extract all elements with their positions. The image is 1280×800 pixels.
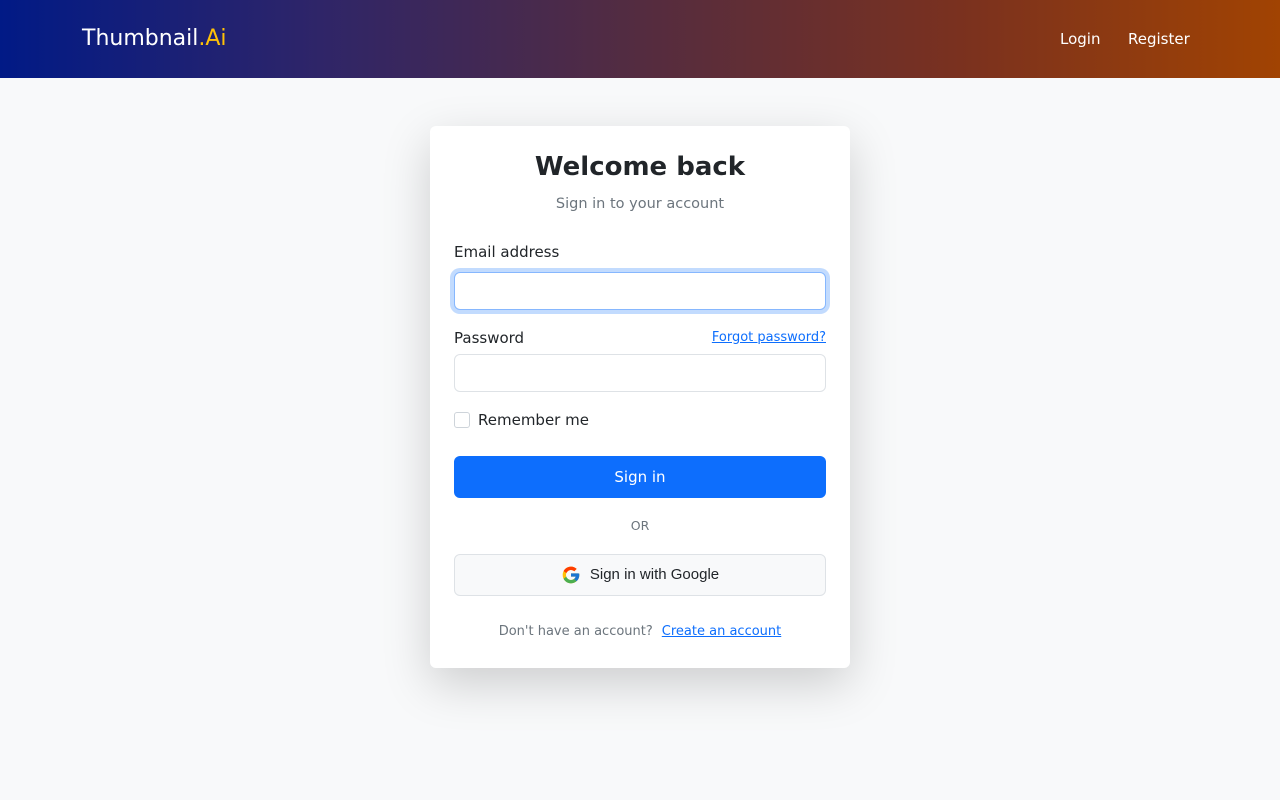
forgot-password-link[interactable]: Forgot password? <box>712 329 826 347</box>
or-divider: OR <box>630 518 650 533</box>
google-icon <box>561 565 581 585</box>
create-account-link[interactable]: Create an account <box>662 624 781 639</box>
remember-me-label[interactable]: Remember me <box>478 410 589 430</box>
remember-me-checkbox[interactable] <box>454 412 470 428</box>
brand-accent: .Ai <box>198 26 227 51</box>
password-label: Password <box>454 329 525 347</box>
signup-prompt-text: Don't have an account? <box>498 624 653 639</box>
password-field[interactable] <box>454 354 826 392</box>
google-sign-in-label: Sign in with Google <box>589 566 720 583</box>
email-label: Email address <box>454 243 560 261</box>
nav-login-link[interactable]: Login <box>1060 29 1100 49</box>
sign-in-button[interactable]: Sign in <box>454 456 826 498</box>
remember-me-row: Remember me <box>454 410 589 430</box>
nav-register-link[interactable]: Register <box>1128 29 1190 49</box>
login-card: Welcome back Sign in to your account Ema… <box>430 126 850 668</box>
page-title: Welcome back <box>534 152 746 182</box>
email-field[interactable] <box>454 272 826 310</box>
brand-name: Thumbnail <box>82 26 199 51</box>
brand-logo[interactable]: Thumbnail.Ai <box>82 25 227 53</box>
google-sign-in-button[interactable]: Sign in with Google <box>454 554 826 596</box>
top-navbar: Thumbnail.Ai Login Register <box>0 0 1280 78</box>
signup-prompt: Don't have an account? Create an account <box>430 623 850 641</box>
page-subtitle: Sign in to your account <box>555 196 725 212</box>
